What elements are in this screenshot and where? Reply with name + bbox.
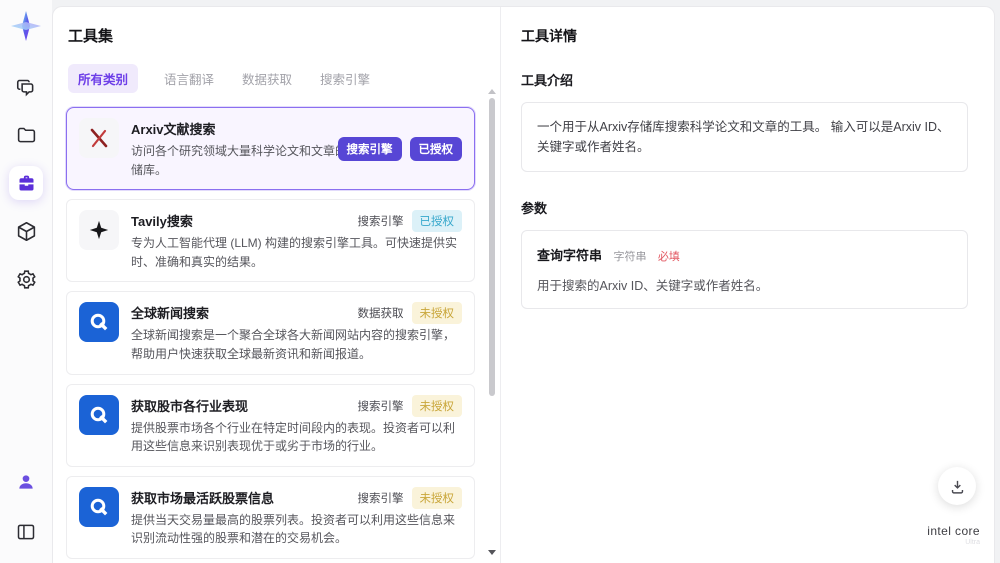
intro-box: 一个用于从Arxiv存储库搜索科学论文和文章的工具。 输入可以是Arxiv ID… (521, 102, 968, 172)
package-icon[interactable] (9, 214, 43, 248)
main-panel: 工具集 所有类别 语言翻译 数据获取 搜索引擎 Arxiv文献搜索 访问各个研究… (52, 6, 995, 563)
category-badge: 搜索引擎 (357, 492, 404, 505)
detail-title: 工具详情 (521, 28, 577, 44)
tool-name: Tavily搜索 (131, 214, 193, 230)
category-badge: 搜索引擎 (337, 136, 402, 161)
chat-icon[interactable] (9, 70, 43, 104)
status-badge: 未授权 (411, 394, 462, 417)
sidebar (0, 0, 52, 563)
param-item: 查询字符串 字符串 必填 用于搜索的Arxiv ID、关键字或作者姓名。 (521, 230, 968, 309)
brand-text: intel core (927, 524, 980, 538)
status-badge: 已授权 (411, 210, 462, 233)
tool-description: 提供股票市场各个行业在特定时间段内的表现。投资者可以利用这些信息来识别表现优于或… (131, 420, 456, 454)
download-button[interactable] (938, 467, 976, 505)
tab-language-translation[interactable]: 语言翻译 (162, 64, 216, 93)
page-title: 工具集 (68, 28, 114, 45)
tool-name: 获取股市各行业表现 (131, 398, 249, 414)
tool-description: 访问各个研究领域大量科学论文和文章的存储库。 (131, 144, 360, 177)
tab-all-categories[interactable]: 所有类别 (68, 64, 139, 93)
magnifier-q-icon (76, 394, 119, 438)
category-badge: 数据获取 (357, 308, 404, 321)
intro-heading: 工具介绍 (521, 73, 574, 88)
tool-detail-panel: 工具详情 工具介绍 一个用于从Arxiv存储库搜索科学论文和文章的工具。 输入可… (501, 7, 994, 563)
list-scrollbar[interactable] (488, 89, 496, 555)
brand-sub-text: Ultra (965, 539, 980, 546)
tool-list-panel: 工具集 所有类别 语言翻译 数据获取 搜索引擎 Arxiv文献搜索 访问各个研究… (53, 7, 501, 563)
tool-card-active-stocks[interactable]: 获取市场最活跃股票信息 搜索引擎 未授权 提供当天交易量最高的股票列表。投资者可… (66, 475, 475, 559)
arxiv-icon (79, 118, 119, 158)
tool-card-arxiv[interactable]: Arxiv文献搜索 访问各个研究领域大量科学论文和文章的存储库。 搜索引擎 已授… (66, 107, 475, 191)
tool-description: 专为人工智能代理 (LLM) 构建的搜索引擎工具。可快速提供实时、准确和真实的结… (131, 236, 458, 269)
param-name: 查询字符串 (537, 248, 603, 263)
tool-card-global-news[interactable]: 全球新闻搜索 数据获取 未授权 全球新闻搜索是一个聚合全球各大新闻网站内容的搜索… (66, 291, 475, 375)
download-icon (951, 480, 963, 494)
tool-card-tavily[interactable]: Tavily搜索 搜索引擎 已授权 专为人工智能代理 (LLM) 构建的搜索引擎… (66, 199, 475, 283)
param-type: 字符串 (613, 251, 647, 263)
app-logo-icon (8, 8, 44, 44)
app-window: 工具集 所有类别 语言翻译 数据获取 搜索引擎 Arxiv文献搜索 访问各个研究… (0, 0, 1000, 563)
category-badge: 搜索引擎 (357, 216, 404, 229)
toolbox-icon[interactable] (9, 166, 43, 200)
status-badge: 已授权 (409, 136, 462, 161)
status-badge: 未授权 (411, 302, 462, 325)
tab-data-fetch[interactable]: 数据获取 (240, 64, 294, 93)
tab-search-engine[interactable]: 搜索引擎 (318, 64, 372, 93)
param-required-label: 必填 (657, 251, 680, 263)
star-icon (79, 210, 119, 251)
status-badge: 未授权 (411, 486, 462, 509)
params-heading: 参数 (521, 201, 548, 216)
category-badge: 搜索引擎 (357, 400, 404, 413)
tool-name: 全球新闻搜索 (131, 306, 210, 322)
tool-name: 获取市场最活跃股票信息 (131, 490, 275, 506)
magnifier-q-icon (76, 486, 119, 530)
intel-core-logo: intel core Ultra (927, 524, 980, 546)
category-tabs: 所有类别 语言翻译 数据获取 搜索引擎 (66, 64, 478, 93)
tool-list: Arxiv文献搜索 访问各个研究领域大量科学论文和文章的存储库。 搜索引擎 已授… (66, 107, 478, 563)
folder-icon[interactable] (9, 118, 43, 152)
magnifier-q-icon (76, 302, 119, 346)
tool-name: Arxiv文献搜索 (131, 122, 216, 137)
scrollbar-thumb[interactable] (489, 98, 495, 397)
sidebar-bottom (9, 465, 43, 549)
tool-card-sector-performance[interactable]: 获取股市各行业表现 搜索引擎 未授权 提供股票市场各个行业在特定时间段内的表现。… (66, 383, 475, 467)
scrollbar-down-arrow-icon[interactable] (488, 550, 496, 555)
tool-description: 全球新闻搜索是一个聚合全球各大新闻网站内容的搜索引擎，帮助用户快速获取全球最新资… (131, 328, 456, 361)
scrollbar-up-arrow-icon[interactable] (488, 89, 496, 94)
panel-toggle-icon[interactable] (9, 515, 43, 549)
sidebar-nav (9, 70, 43, 296)
tool-description: 提供当天交易量最高的股票列表。投资者可以利用这些信息来识别流动性强的股票和潜在的… (131, 512, 456, 546)
param-description: 用于搜索的Arxiv ID、关键字或作者姓名。 (537, 279, 769, 293)
gear-icon[interactable] (9, 262, 43, 296)
user-icon[interactable] (9, 465, 43, 499)
